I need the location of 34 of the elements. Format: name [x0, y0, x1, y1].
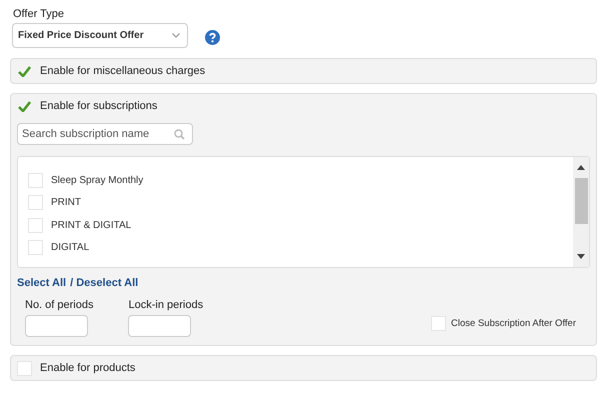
checkbox[interactable]	[431, 316, 446, 331]
checkbox[interactable]	[28, 240, 43, 256]
search-field[interactable]: Search subscription name	[17, 123, 193, 145]
checkbox[interactable]	[28, 172, 43, 188]
scrollbar-thumb[interactable]	[574, 178, 588, 224]
checkbox[interactable]	[17, 360, 32, 376]
caret-icon	[172, 33, 180, 38]
search-icon	[174, 128, 185, 140]
lockin-input[interactable]	[128, 315, 192, 337]
checkbox-label: Enable for products	[40, 362, 136, 374]
checkmark-icon	[18, 66, 31, 76]
checkbox[interactable]	[28, 195, 43, 210]
scroll-down-icon[interactable]	[577, 254, 585, 259]
field-label: Lock-in periods	[128, 299, 204, 311]
select-all-link[interactable]: Select All	[17, 277, 66, 289]
checkbox-label: Enable for miscellaneous charges	[40, 65, 206, 77]
checkmark-icon	[18, 100, 31, 112]
checkbox-label: Enable for subscriptions	[40, 100, 158, 112]
scrollbar[interactable]	[573, 157, 589, 267]
offer-type-dropdown[interactable]: Fixed Price Discount Offer	[12, 23, 188, 48]
list-item-label: PRINT & DIGITAL	[51, 220, 132, 231]
list-item-label: Sleep Spray Monthly	[51, 174, 144, 186]
field-label: No. of periods	[25, 299, 94, 311]
scroll-up-icon[interactable]	[577, 165, 585, 170]
deselect-all-link[interactable]: / Deselect All	[70, 277, 138, 289]
help-icon[interactable]	[205, 30, 220, 45]
list-item-label: DIGITAL	[51, 242, 90, 254]
checkbox-label: Close Subscription After Offer	[451, 318, 576, 329]
checkbox[interactable]	[17, 64, 32, 78]
checkbox[interactable]	[28, 218, 43, 233]
periods-input[interactable]	[25, 315, 88, 337]
checkbox[interactable]	[17, 98, 32, 114]
field-label: Offer Type	[12, 8, 65, 20]
list-item-label: PRINT	[51, 197, 81, 208]
